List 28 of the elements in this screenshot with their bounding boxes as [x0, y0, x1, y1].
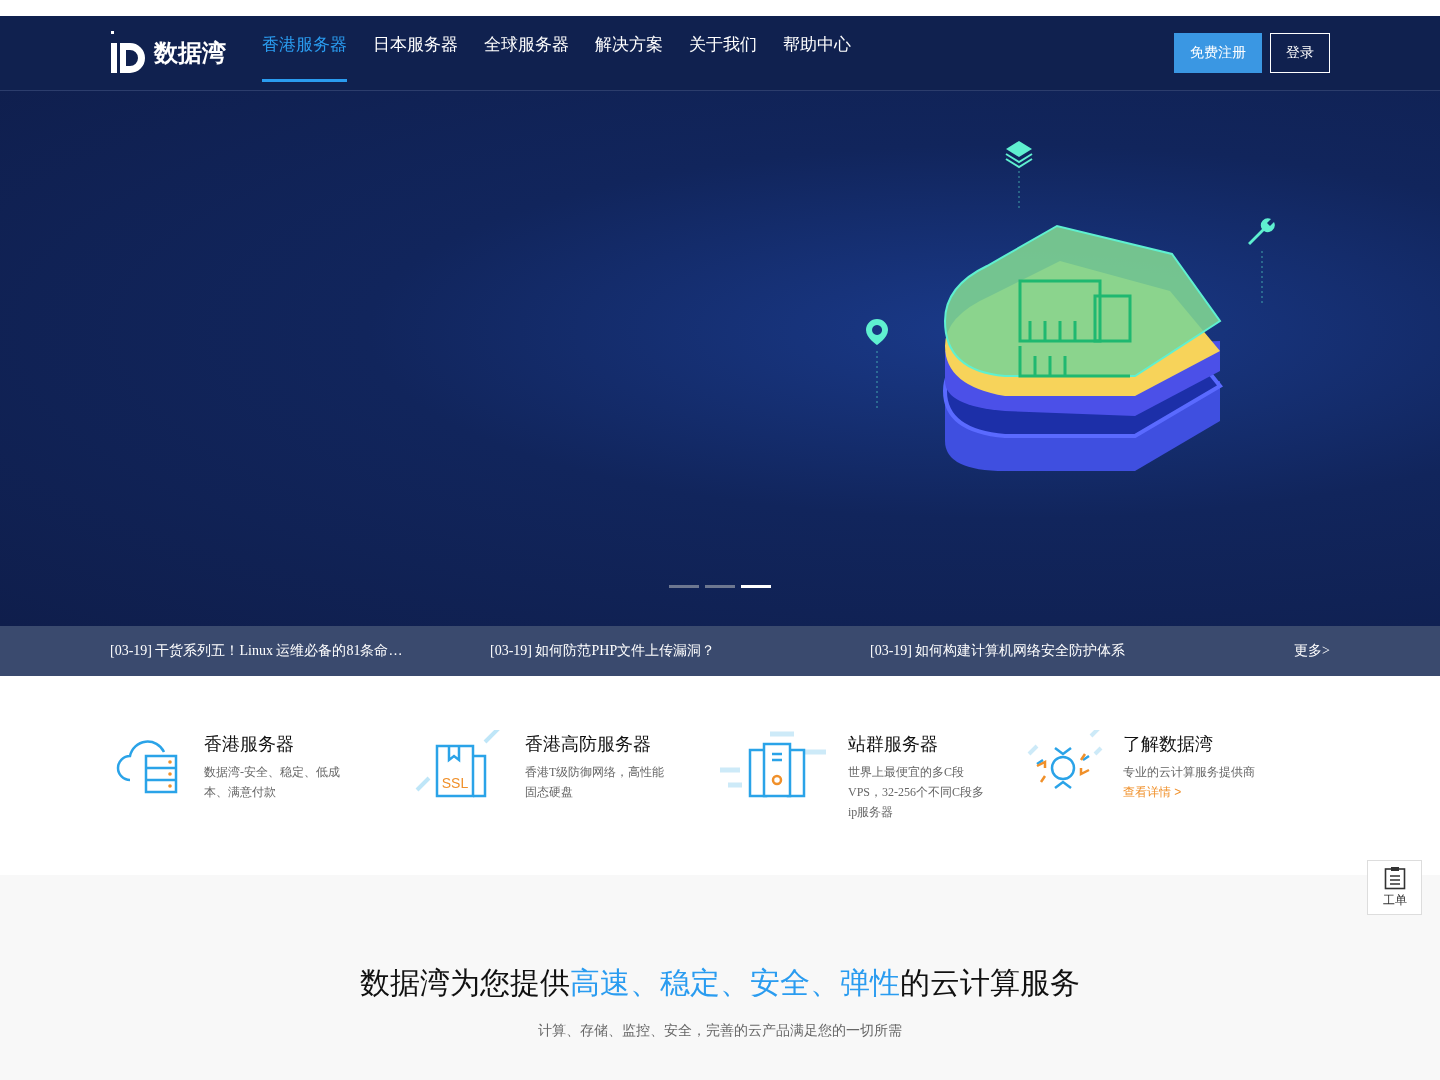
- ssl-label: SSL: [441, 775, 469, 791]
- feature-description: 数据湾-安全、稳定、低成本、满意付款: [204, 764, 341, 801]
- more-link[interactable]: 更多>: [1294, 642, 1330, 660]
- feature-title: 香港服务器: [204, 733, 295, 756]
- feature-description: 专业的云计算服务提供商: [1123, 764, 1256, 781]
- nav-link[interactable]: 解决方案: [595, 16, 663, 82]
- clipboard-icon: [1383, 866, 1406, 890]
- nav-link[interactable]: 关于我们: [689, 16, 757, 82]
- nav-link[interactable]: 帮助中心: [783, 16, 851, 82]
- certificate-icon: [415, 730, 501, 798]
- section-heading: 数据湾为您提供高速、稳定、安全、弹性的云计算服务: [359, 965, 1081, 1001]
- news-link[interactable]: [03-19] 如何构建计算机网络安全防护体系: [870, 642, 1250, 660]
- feature-title: 站群服务器: [848, 733, 939, 756]
- logo-icon: [110, 31, 148, 75]
- news-link[interactable]: [03-19] 干货系列五！Linux 运维必备的81条命…: [110, 642, 490, 660]
- nav-link[interactable]: 日本服务器: [373, 16, 458, 82]
- nav-link[interactable]: 全球服务器: [484, 16, 569, 82]
- feature-title: 香港高防服务器: [525, 733, 652, 756]
- news-link[interactable]: [03-19] 如何防范PHP文件上传漏洞？: [490, 642, 870, 660]
- feature-description: 世界上最便宜的多C段VPS，32-256个不同C段多ip服务器: [848, 764, 985, 821]
- logo-text: 数据湾: [154, 38, 226, 68]
- section-subtitle: 计算、存储、监控、安全，完善的云产品满足您的一切所需: [537, 1022, 903, 1040]
- ticket-button[interactable]: 工单: [1367, 860, 1422, 915]
- login-button[interactable]: 登录: [1270, 33, 1330, 73]
- building-icon: [720, 730, 828, 800]
- feature-description: 香港T级防御网络，高性能固态硬盘: [525, 764, 666, 801]
- feature-title: 了解数据湾: [1123, 733, 1214, 756]
- nav-link[interactable]: 香港服务器: [262, 16, 347, 82]
